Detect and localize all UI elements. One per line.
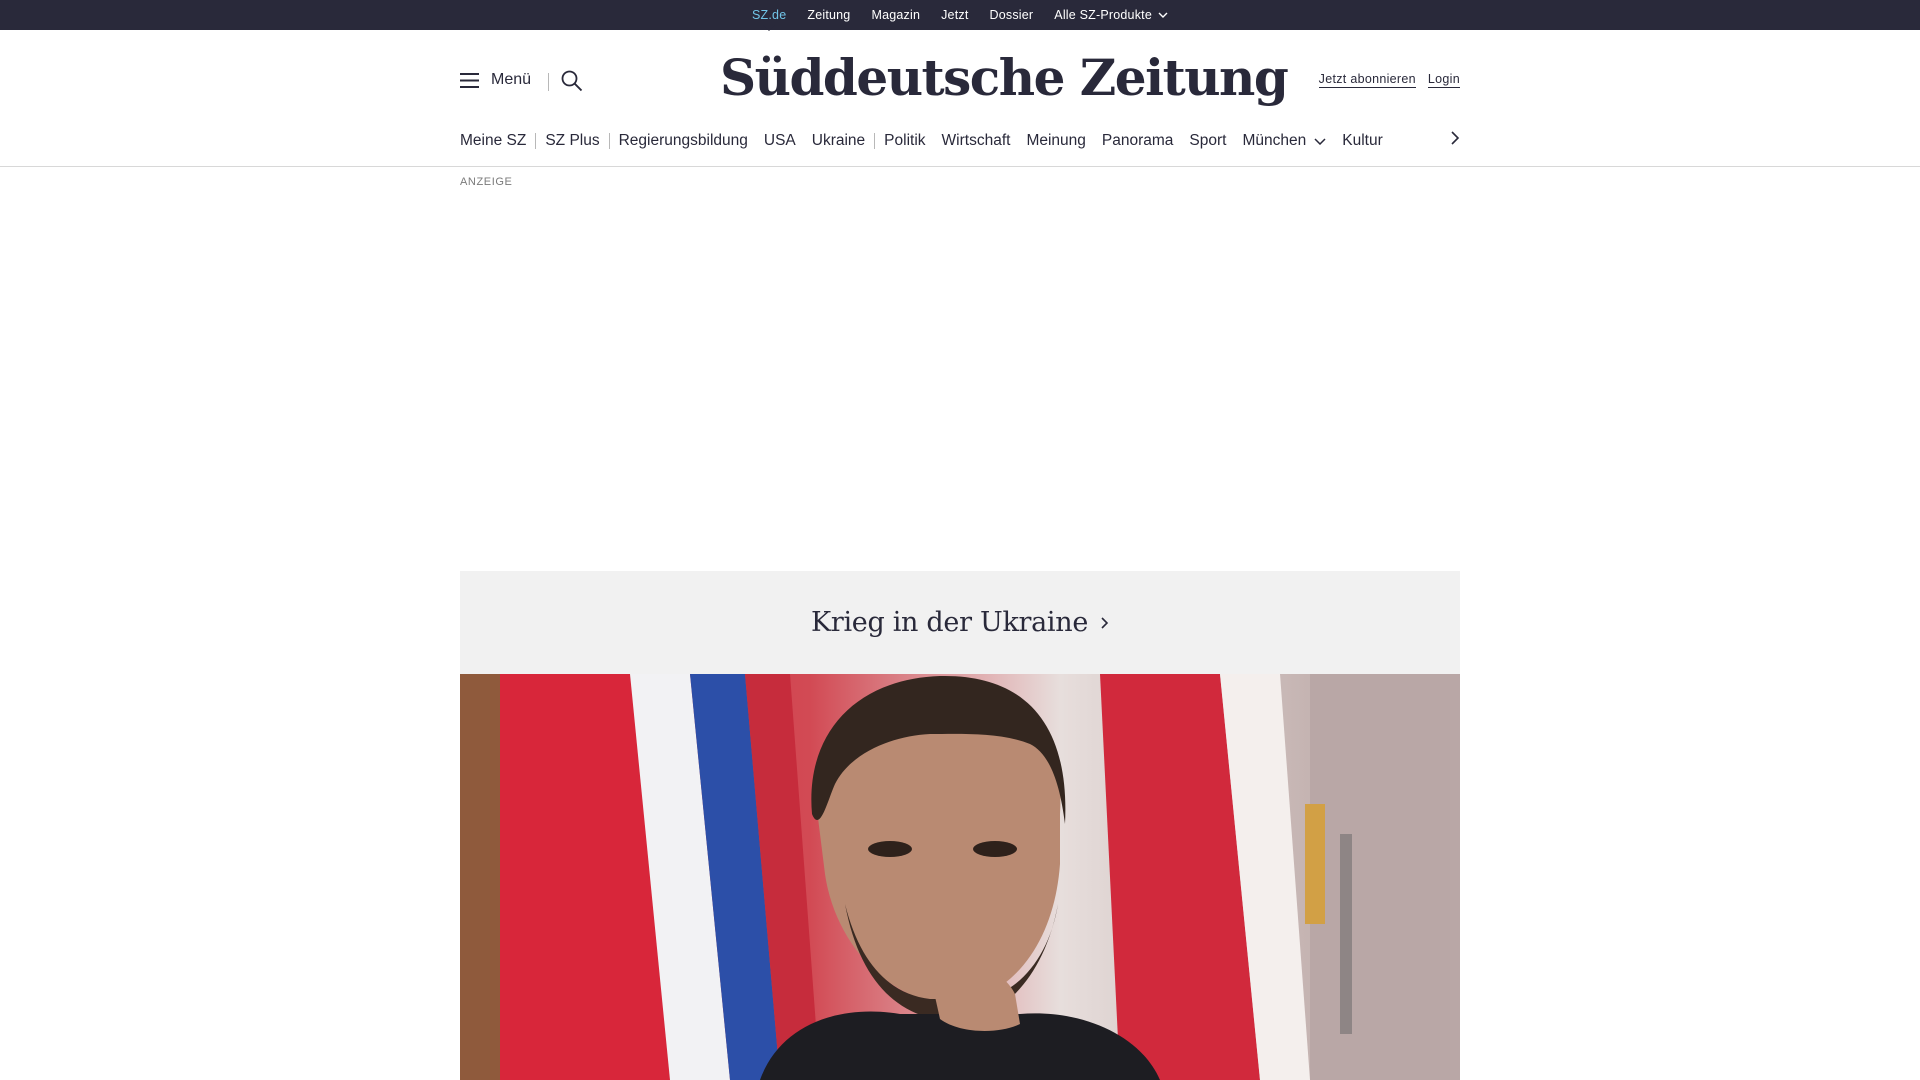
nav-item-muenchen-label: München (1242, 132, 1307, 149)
chevron-down-icon (1314, 137, 1326, 145)
nav-item-regierungsbildung[interactable]: Regierungsbildung (619, 132, 748, 150)
nav-divider (608, 133, 610, 149)
topic-teaser-title: Krieg in der Ukraine (810, 607, 1089, 638)
header-divider (548, 73, 549, 91)
nav-item-politik[interactable]: Politik (884, 132, 925, 150)
nav-item-meine-sz[interactable]: Meine SZ (460, 132, 526, 150)
search-button[interactable] (561, 70, 583, 97)
nav-item-ukraine[interactable]: Ukraine (812, 132, 865, 150)
nav-item-sz-plus[interactable]: SZ Plus (545, 132, 599, 150)
section-nav: Meine SZ SZ Plus Regierungsbildung USA U… (460, 129, 1460, 153)
hero-photo (460, 674, 1460, 1080)
topbar-link-jetzt[interactable]: Jetzt (941, 8, 968, 22)
login-link[interactable]: Login (1427, 72, 1460, 88)
search-icon (561, 70, 583, 92)
topic-teaser-band[interactable]: Krieg in der Ukraine (460, 571, 1460, 674)
nav-item-panorama[interactable]: Panorama (1102, 132, 1174, 150)
menu-label: Menü (491, 71, 532, 88)
topbar-link-szde[interactable]: SZ.de (752, 8, 786, 31)
site-logo[interactable]: Süddeutsche Zeitung (720, 48, 1289, 107)
hamburger-icon (460, 72, 479, 88)
account-links: Jetzt abonnieren Login (1318, 72, 1460, 88)
chevron-down-icon (1158, 12, 1168, 18)
menu-button[interactable]: Menü (460, 71, 531, 89)
site-header: Menü Süddeutsche Zeitung Jetzt abonniere… (0, 30, 1920, 167)
topbar-link-alle-produkte[interactable]: Alle SZ-Produkte (1054, 8, 1168, 22)
hero-image[interactable] (460, 674, 1460, 1080)
topbar-link-alle-produkte-label: Alle SZ-Produkte (1054, 8, 1152, 22)
nav-item-wirtschaft[interactable]: Wirtschaft (942, 132, 1011, 150)
top-bar: SZ.de Zeitung Magazin Jetzt Dossier Alle… (0, 0, 1920, 31)
topbar-link-dossier[interactable]: Dossier (990, 8, 1034, 22)
nav-item-meinung[interactable]: Meinung (1026, 132, 1085, 150)
nav-divider (874, 133, 876, 149)
nav-item-usa[interactable]: USA (764, 132, 796, 150)
subscribe-link[interactable]: Jetzt abonnieren (1318, 72, 1416, 88)
nav-divider (535, 133, 537, 149)
topbar-link-zeitung[interactable]: Zeitung (807, 8, 850, 22)
topbar-link-magazin[interactable]: Magazin (871, 8, 920, 22)
nav-item-sport[interactable]: Sport (1189, 132, 1226, 150)
chevron-right-icon (1101, 616, 1109, 629)
chevron-right-icon (1451, 131, 1460, 145)
ad-label: ANZEIGE (460, 176, 513, 188)
nav-scroll-right-button[interactable] (1450, 131, 1460, 150)
nav-item-kultur[interactable]: Kultur (1342, 132, 1383, 150)
nav-item-muenchen[interactable]: München (1242, 132, 1326, 150)
